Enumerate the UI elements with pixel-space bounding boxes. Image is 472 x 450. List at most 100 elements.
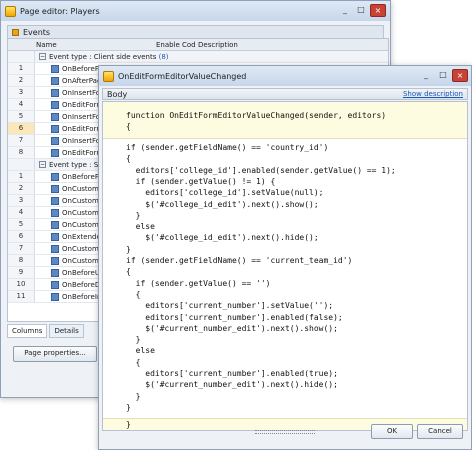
function-signature: function OnEditFormEditorValueChanged(se… xyxy=(126,111,387,120)
close-button[interactable]: × xyxy=(452,69,468,82)
event-icon xyxy=(51,124,59,133)
code-line: editors['college_id'].enabled(sender.get… xyxy=(126,165,396,175)
code-line: } xyxy=(126,244,131,254)
event-icon xyxy=(51,280,59,289)
event-icon xyxy=(51,76,59,85)
row-number: 7 xyxy=(8,135,35,146)
row-number: 8 xyxy=(8,255,35,266)
app-icon xyxy=(103,70,114,82)
dialog-title: OnEditFormEditorValueChanged xyxy=(118,71,247,81)
code-line: } xyxy=(126,335,141,345)
col-name[interactable]: Name xyxy=(34,41,156,49)
events-tab-label: Events xyxy=(23,27,51,37)
show-description-link[interactable]: Show description xyxy=(403,90,463,98)
event-icon xyxy=(51,220,59,229)
code-line: editors['current_number'].enabled(false)… xyxy=(126,312,343,322)
ok-button[interactable]: OK xyxy=(371,424,413,439)
row-number: 6 xyxy=(8,231,35,242)
event-icon xyxy=(51,184,59,193)
event-icon xyxy=(51,232,59,241)
minimize-button[interactable]: _ xyxy=(418,69,434,82)
app-icon xyxy=(5,5,16,17)
code-line: { xyxy=(126,154,131,164)
maximize-button[interactable]: □ xyxy=(435,69,451,82)
tab-details[interactable]: Details xyxy=(49,324,84,338)
code-editor[interactable]: function OnEditFormEditorValueChanged(se… xyxy=(102,101,468,431)
category-count: (8) xyxy=(158,52,169,61)
code-line: if (sender.getFieldName() == 'current_te… xyxy=(126,256,353,265)
close-button[interactable]: × xyxy=(370,4,386,17)
code-line: } xyxy=(126,402,131,412)
event-icon xyxy=(51,196,59,205)
row-number: 8 xyxy=(8,147,35,158)
code-line: } xyxy=(126,391,141,401)
code-line: editors['current_number'].enabled(true); xyxy=(126,369,338,378)
code-line: { xyxy=(126,357,141,367)
header-brace: { xyxy=(126,122,131,131)
code-line: $('#current_number_edit').next().hide(); xyxy=(126,380,338,390)
col-enable[interactable]: Enable xyxy=(156,41,182,49)
row-number: 1 xyxy=(8,63,35,74)
code-line: if (sender.getValue() == '') xyxy=(126,278,271,288)
event-icon xyxy=(51,88,59,97)
row-number: 4 xyxy=(8,99,35,110)
footer-brace: } xyxy=(126,420,131,429)
row-number: 2 xyxy=(8,75,35,86)
collapse-icon[interactable]: − xyxy=(39,161,46,168)
code-line: { xyxy=(126,267,131,277)
category-client-events[interactable]: − Event type : Client side events (8) xyxy=(8,51,388,63)
row-number: 7 xyxy=(8,243,35,254)
maximize-button[interactable]: □ xyxy=(353,4,369,17)
event-icon xyxy=(51,148,59,157)
event-icon xyxy=(51,268,59,277)
row-number: 11 xyxy=(8,291,35,302)
events-icon xyxy=(12,28,19,36)
minimize-button[interactable]: _ xyxy=(337,4,353,17)
event-editor-dialog: OnEditFormEditorValueChanged _ □ × Body … xyxy=(98,65,472,450)
row-number: 1 xyxy=(8,171,35,182)
row-number: 5 xyxy=(8,219,35,230)
page-properties-button[interactable]: Page properties... xyxy=(13,346,97,362)
category-label: Event type : Client side events xyxy=(49,52,157,61)
code-line: } xyxy=(126,210,141,220)
code-line: $('#college_id_edit').next().show(); xyxy=(126,199,319,209)
event-icon xyxy=(51,64,59,73)
col-code[interactable]: Cod xyxy=(182,41,198,49)
col-description[interactable]: Description xyxy=(198,41,238,49)
code-line: if (sender.getValue() != 1) { xyxy=(126,176,276,186)
body-section-bar: Body Show description xyxy=(102,88,468,100)
grid-header: Name Enable Cod Description xyxy=(8,39,388,51)
function-header: function OnEditFormEditorValueChanged(se… xyxy=(103,102,467,139)
code-line: $('#current_number_edit').next().show(); xyxy=(126,323,338,333)
row-number: 3 xyxy=(8,195,35,206)
bottom-tab-strip: Columns Details xyxy=(7,324,107,338)
code-line: if (sender.getFieldName() == 'country_id… xyxy=(126,143,329,152)
events-tab-header[interactable]: Events xyxy=(7,25,384,39)
row-number: 5 xyxy=(8,111,35,122)
event-icon xyxy=(51,100,59,109)
dialog-titlebar[interactable]: OnEditFormEditorValueChanged _ □ × xyxy=(99,66,471,86)
row-number: 9 xyxy=(8,267,35,278)
row-number: 2 xyxy=(8,183,35,194)
row-number: 6 xyxy=(8,123,35,134)
code-line: else xyxy=(126,222,155,232)
event-icon xyxy=(51,172,59,181)
page-editor-title: Page editor: Players xyxy=(20,6,100,16)
code-line: $('#college_id_edit').next().hide(); xyxy=(126,233,319,243)
code-line: editors['college_id'].setValue(null); xyxy=(126,188,324,198)
cancel-button[interactable]: Cancel xyxy=(417,424,463,439)
page-editor-titlebar[interactable]: Page editor: Players _ □ × xyxy=(1,1,390,21)
body-label: Body xyxy=(107,89,128,99)
code-line: editors['current_number'].setValue(''); xyxy=(126,301,334,311)
event-icon xyxy=(51,292,59,301)
event-icon xyxy=(51,136,59,145)
code-line: { xyxy=(126,289,141,299)
row-number: 4 xyxy=(8,207,35,218)
event-icon xyxy=(51,244,59,253)
collapse-icon[interactable]: − xyxy=(39,53,46,60)
splitter-handle[interactable] xyxy=(102,430,468,434)
row-number: 10 xyxy=(8,279,35,290)
tab-columns[interactable]: Columns xyxy=(7,324,48,338)
event-icon xyxy=(51,256,59,265)
event-icon xyxy=(51,112,59,121)
